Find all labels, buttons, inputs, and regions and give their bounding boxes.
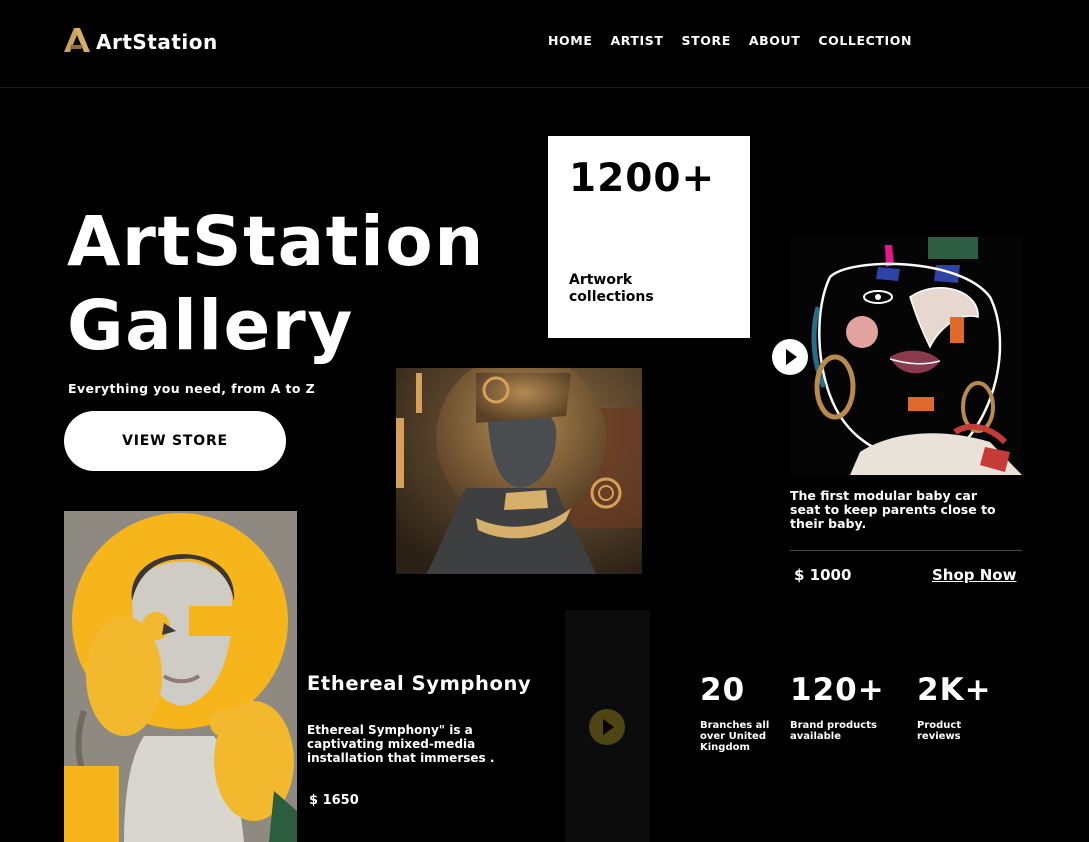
video-card [565, 610, 650, 842]
shop-now-link[interactable]: Shop Now [932, 566, 1016, 584]
nav-link-store[interactable]: STORE [682, 33, 731, 48]
play-video-button[interactable] [772, 339, 808, 375]
top-navigation-bar: ArtStation HOME ARTIST STORE ABOUT COLLE… [0, 0, 1089, 88]
product-divider [790, 550, 1022, 551]
nav-link-collection[interactable]: COLLECTION [818, 33, 912, 48]
metric-label: Branches all over United Kingdom [700, 720, 770, 753]
view-store-button[interactable]: VIEW STORE [64, 411, 286, 471]
metric-value: 2K+ [917, 672, 992, 708]
artwork-count-card: 1200+ Artwork collections [548, 136, 750, 338]
feature-title: Ethereal Symphony [307, 672, 532, 695]
metric-branches: 20 Branches all over United Kingdom [700, 672, 780, 753]
product-description: The first modular baby car seat to keep … [790, 488, 996, 531]
main-nav: HOME ARTIST STORE ABOUT COLLECTION [548, 33, 930, 48]
bronze-portrait-artwork[interactable] [396, 368, 642, 574]
brand-logo-icon [64, 28, 90, 56]
feature-price: $ 1650 [309, 793, 359, 808]
hero-title-line-1: ArtStation [67, 202, 485, 282]
product-price: $ 1000 [794, 566, 852, 584]
yellow-bird-portrait-artwork[interactable] [64, 511, 297, 842]
metric-label: Brand products available [790, 720, 877, 742]
nav-link-artist[interactable]: ARTIST [610, 33, 663, 48]
nav-link-home[interactable]: HOME [548, 33, 592, 48]
metric-value: 120+ [790, 672, 885, 708]
artwork-count-label: Artwork collections [569, 272, 654, 305]
feature-description: Ethereal Symphony" is a captivating mixe… [307, 723, 495, 765]
hero-title: ArtStation Gallery [67, 200, 485, 368]
metric-reviews: 2K+ Product reviews [917, 672, 997, 742]
metric-value: 20 [700, 672, 746, 708]
hero-title-line-2: Gallery [67, 286, 354, 366]
metric-brand-products: 120+ Brand products available [790, 672, 900, 742]
nav-link-about[interactable]: ABOUT [749, 33, 801, 48]
artwork-count: 1200+ [569, 156, 716, 201]
brand-logo[interactable]: ArtStation [64, 28, 218, 56]
metric-label: Product reviews [917, 720, 962, 742]
brand-name: ArtStation [96, 30, 218, 54]
hero-subtitle: Everything you need, from A to Z [68, 381, 316, 396]
abstract-face-artwork[interactable] [790, 237, 1022, 475]
play-icon[interactable] [589, 709, 625, 745]
